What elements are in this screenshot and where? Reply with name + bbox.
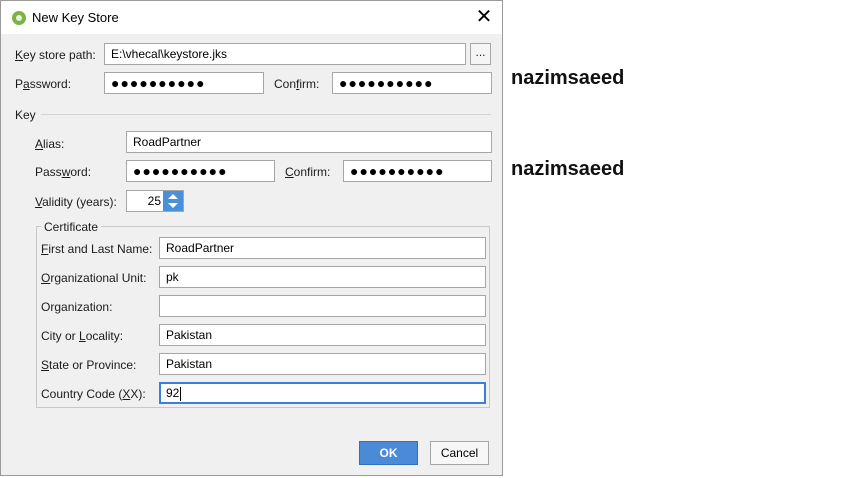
certificate-group-title: Certificate [41,220,102,234]
alias-label: Alias: [35,137,65,151]
organizational-unit-label: Organizational Unit: [41,271,147,285]
title-bar: New Key Store ✕ [1,1,502,34]
country-code-label: Country Code (XX): [41,387,146,401]
cancel-button[interactable]: Cancel [430,441,489,465]
organization-label: Organization: [41,300,113,314]
window-title: New Key Store [32,10,119,25]
ok-button[interactable]: OK [359,441,418,465]
annotation-text-1: nazimsaeed [511,67,625,89]
key-confirm-input[interactable]: ●●●●●●●●●● [343,160,492,182]
keystore-password-label: Password: [15,77,72,91]
annotation-text-2: nazimsaeed [511,158,625,180]
alias-input[interactable]: RoadPartner [126,131,492,153]
key-password-label: Password: [35,165,92,179]
key-store-path-input[interactable]: E:\vhecal\keystore.jks [104,43,466,65]
android-studio-icon [12,11,26,25]
keystore-confirm-input[interactable]: ●●●●●●●●●● [332,72,492,94]
increment-arrow-icon[interactable] [168,194,178,199]
first-last-name-input[interactable]: RoadPartner [159,237,486,259]
validity-spinner[interactable]: 25 [126,190,184,212]
organizational-unit-input[interactable]: pk [159,266,486,288]
first-last-name-label: First and Last Name: [41,242,153,256]
country-code-input[interactable]: 92 [159,382,486,404]
spinner-arrows[interactable] [163,191,183,211]
keystore-confirm-label: Confirm: [274,77,320,91]
key-password-input[interactable]: ●●●●●●●●●● [126,160,275,182]
text-cursor [180,386,182,401]
organization-input[interactable] [159,295,486,317]
keystore-password-input[interactable]: ●●●●●●●●●● [104,72,264,94]
browse-button[interactable]: ... [470,43,491,65]
city-locality-label: City or Locality: [41,329,124,343]
key-section-label: Key [15,108,36,122]
state-province-input[interactable]: Pakistan [159,353,486,375]
state-province-label: State or Province: [41,358,137,372]
decrement-arrow-icon[interactable] [168,203,178,208]
key-confirm-label: Confirm: [285,165,331,179]
validity-value: 25 [147,194,161,208]
close-button[interactable]: ✕ [474,7,494,27]
new-key-store-dialog: New Key Store ✕ Key store path: E:\vheca… [0,0,503,476]
city-locality-input[interactable]: Pakistan [159,324,486,346]
key-section-divider [41,114,491,115]
validity-label: Validity (years): [35,195,117,209]
key-store-path-label: Key store path: [15,48,96,62]
